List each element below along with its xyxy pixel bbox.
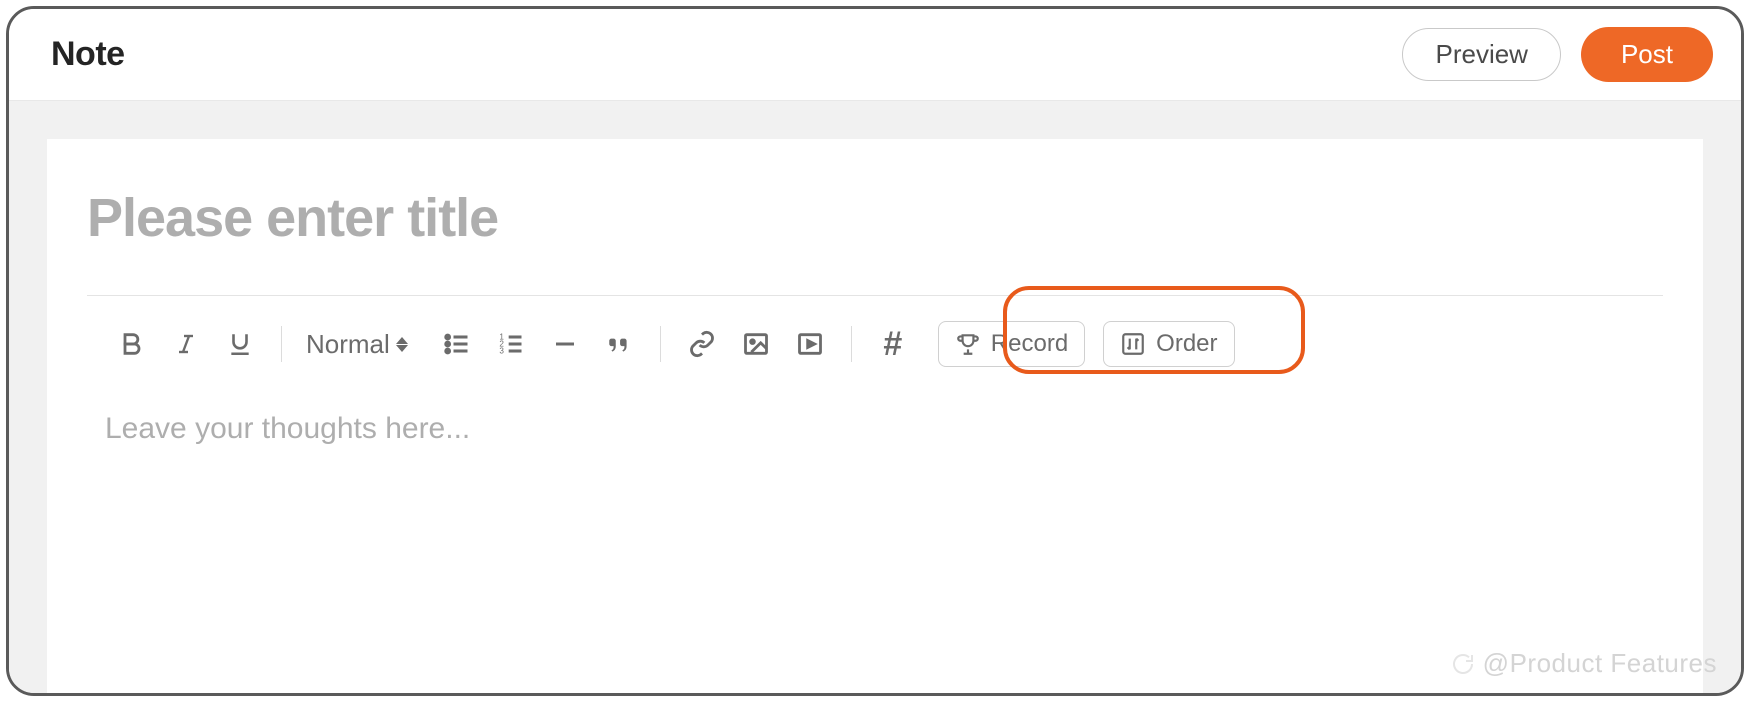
title-input[interactable] xyxy=(87,187,1663,249)
text-format-select[interactable]: Normal xyxy=(296,329,418,360)
toolbar-separator xyxy=(281,326,282,362)
toolbar-separator xyxy=(660,326,661,362)
hashtag-button[interactable]: # xyxy=(866,320,920,368)
numbered-list-button[interactable]: 123 xyxy=(484,320,538,368)
horizontal-rule-icon xyxy=(550,332,580,356)
format-select-label: Normal xyxy=(306,329,390,360)
underline-button[interactable] xyxy=(213,320,267,368)
bullet-list-button[interactable] xyxy=(430,320,484,368)
bullet-list-icon xyxy=(440,330,474,358)
record-button-label: Record xyxy=(991,330,1068,358)
sort-caret-icon xyxy=(396,337,408,352)
horizontal-rule-button[interactable] xyxy=(538,320,592,368)
page-title: Note xyxy=(51,35,125,74)
bold-icon xyxy=(118,328,146,360)
bold-button[interactable] xyxy=(105,320,159,368)
editor-toolbar: Normal 123 xyxy=(87,296,1663,392)
svg-text:3: 3 xyxy=(499,347,504,356)
insert-group: Record Order xyxy=(938,321,1235,367)
order-icon xyxy=(1120,331,1146,357)
order-button[interactable]: Order xyxy=(1103,321,1234,367)
numbered-list-icon: 123 xyxy=(494,330,528,358)
content-area: Normal 123 xyxy=(9,101,1741,693)
underline-icon xyxy=(227,329,253,359)
video-icon xyxy=(794,330,826,358)
video-button[interactable] xyxy=(783,320,837,368)
record-button[interactable]: Record xyxy=(938,321,1085,367)
quote-icon xyxy=(604,331,634,357)
toolbar-separator xyxy=(851,326,852,362)
editor-card: Normal 123 xyxy=(47,139,1703,693)
trophy-icon xyxy=(955,331,981,357)
note-editor-window: Note Preview Post xyxy=(6,6,1744,696)
image-icon xyxy=(740,330,772,358)
header-actions: Preview Post xyxy=(1402,27,1713,82)
italic-icon xyxy=(174,329,198,359)
post-button[interactable]: Post xyxy=(1581,27,1713,82)
header-bar: Note Preview Post xyxy=(9,9,1741,101)
hash-icon: # xyxy=(883,325,902,364)
italic-button[interactable] xyxy=(159,320,213,368)
link-icon xyxy=(687,330,717,358)
preview-button[interactable]: Preview xyxy=(1402,28,1560,81)
order-button-label: Order xyxy=(1156,330,1217,358)
body-input[interactable] xyxy=(87,392,1663,532)
quote-button[interactable] xyxy=(592,320,646,368)
link-button[interactable] xyxy=(675,320,729,368)
image-button[interactable] xyxy=(729,320,783,368)
